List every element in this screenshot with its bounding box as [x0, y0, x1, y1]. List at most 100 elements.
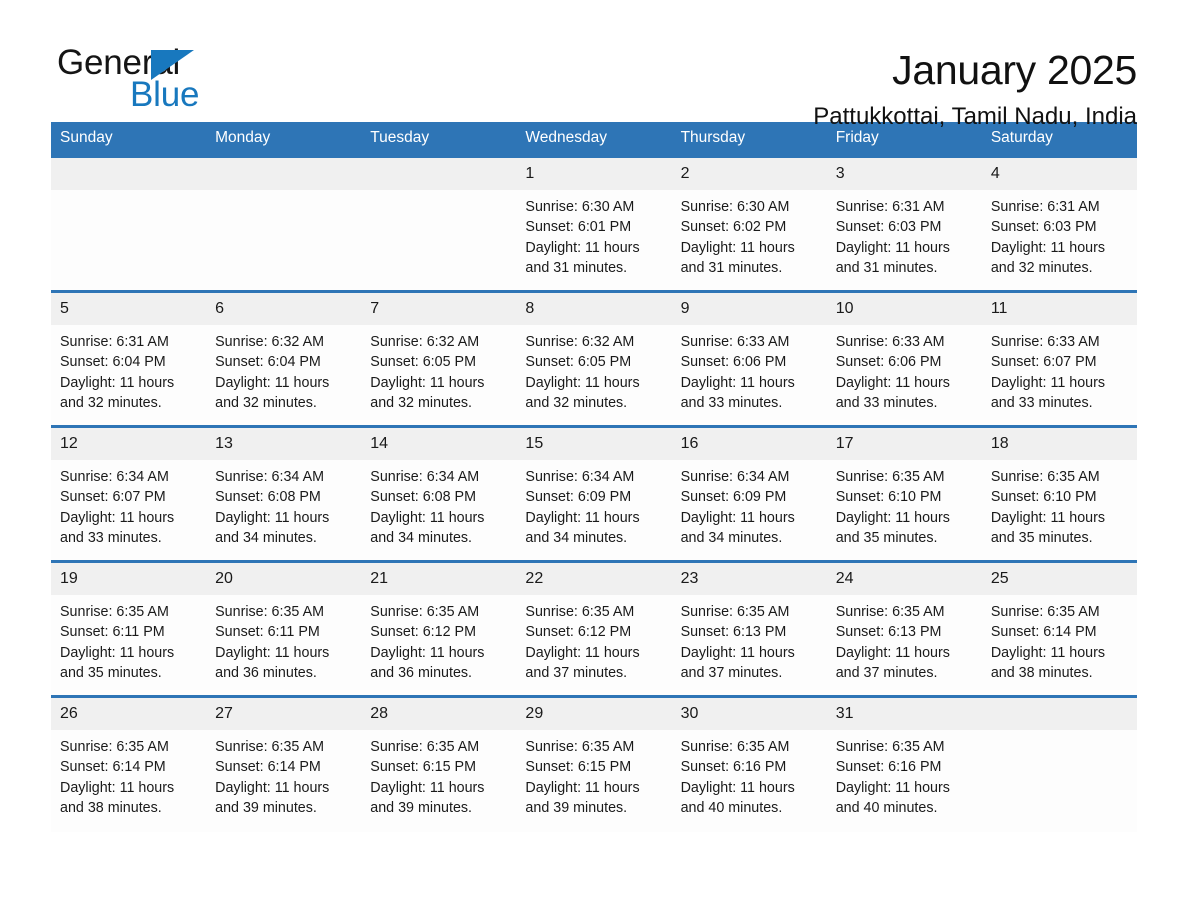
calendar-day-cell[interactable]: 6 Sunrise: 6:32 AM Sunset: 6:04 PM Daylight…: [206, 290, 362, 427]
daylight-duration-line: Daylight: 11 hours: [60, 779, 175, 796]
sunrise-time: Sunrise: 6:35 AM: [60, 739, 169, 755]
calendar-day-cell[interactable]: 29 Sunrise: 6:35 AM Sunset: 6:15 PM Dayligh…: [516, 695, 672, 832]
calendar-page: General Blue January 2025 Pattukkottai, …: [0, 0, 1188, 918]
daylight-duration-line: Daylight: 11 hours: [525, 239, 640, 256]
weekday-header-thursday: Thursday: [671, 122, 827, 157]
calendar-day-cell[interactable]: 20 Sunrise: 6:35 AM Sunset: 6:11 PM Dayligh…: [206, 560, 362, 697]
calendar-day-cell[interactable]: 14 Sunrise: 6:34 AM Sunset: 6:08 PM Dayligh…: [361, 425, 517, 562]
sunrise-time: Sunrise: 6:34 AM: [370, 469, 480, 485]
calendar-day-cell[interactable]: 17 Sunrise: 6:35 AM Sunset: 6:10 PM Dayligh…: [826, 425, 982, 562]
sunrise-time: Sunrise: 6:35 AM: [835, 604, 945, 620]
day-details: Sunrise: 6:33 AM Sunset: 6:06 PM Daylight:…: [827, 325, 982, 413]
sunrise-time: Sunrise: 6:34 AM: [525, 469, 635, 485]
day-number: 25: [981, 563, 1137, 595]
day-details: Sunrise: 6:34 AM Sunset: 6:09 PM Daylight:…: [516, 460, 671, 548]
sunset-time: Sunset: 6:08 PM: [370, 489, 476, 506]
daylight-duration-line: Daylight: 11 hours: [525, 779, 640, 796]
daylight-duration-line: Daylight: 11 hours: [680, 644, 795, 661]
daylight-duration-line: Daylight: 11 hours: [835, 779, 950, 796]
sunrise-time: Sunrise: 6:35 AM: [525, 739, 635, 755]
calendar-day-cell[interactable]: 25 Sunrise: 6:35 AM Sunset: 6:14 PM Dayligh…: [981, 560, 1137, 697]
calendar-day-cell[interactable]: 19 Sunrise: 6:35 AM Sunset: 6:11 PM Dayligh…: [51, 560, 207, 697]
sunset-time: Sunset: 6:11 PM: [60, 624, 165, 641]
calendar-day-cell[interactable]: 11 Sunrise: 6:33 AM Sunset: 6:07 PM Dayligh…: [981, 290, 1137, 427]
daylight-duration-line: Daylight: 11 hours: [680, 239, 795, 256]
calendar-day-cell[interactable]: 22 Sunrise: 6:35 AM Sunset: 6:12 PM Dayligh…: [516, 560, 672, 697]
calendar-day-cell[interactable]: 23 Sunrise: 6:35 AM Sunset: 6:13 PM Dayligh…: [671, 560, 827, 697]
day-details: Sunrise: 6:35 AM Sunset: 6:14 PM Daylight:…: [51, 730, 206, 818]
daylight-duration-line: and 35 minutes.: [990, 529, 1093, 546]
day-number: 29: [516, 698, 672, 730]
day-details: Sunrise: 6:35 AM Sunset: 6:12 PM Daylight:…: [361, 595, 516, 683]
calendar-day-cell[interactable]: 10 Sunrise: 6:33 AM Sunset: 6:06 PM Dayligh…: [826, 290, 982, 427]
weekday-header-tuesday: Tuesday: [361, 122, 517, 157]
page-header: General Blue January 2025 Pattukkottai, …: [0, 0, 1188, 131]
calendar-day-cell[interactable]: 3 Sunrise: 6:31 AM Sunset: 6:03 PM Daylight…: [826, 155, 982, 292]
day-number: 19: [51, 563, 207, 595]
calendar-day-cell[interactable]: 16 Sunrise: 6:34 AM Sunset: 6:09 PM Dayligh…: [671, 425, 827, 562]
calendar-day-cell[interactable]: 13 Sunrise: 6:34 AM Sunset: 6:08 PM Dayligh…: [206, 425, 362, 562]
generalblue-logo[interactable]: General Blue: [57, 44, 287, 116]
day-details: Sunrise: 6:31 AM Sunset: 6:03 PM Daylight:…: [982, 190, 1137, 278]
daylight-duration-line: Daylight: 11 hours: [990, 374, 1106, 391]
calendar-day-cell[interactable]: 8 Sunrise: 6:32 AM Sunset: 6:05 PM Daylight…: [516, 290, 672, 427]
calendar-day-cell[interactable]: 24 Sunrise: 6:35 AM Sunset: 6:13 PM Dayligh…: [826, 560, 982, 697]
daylight-duration-line: and 37 minutes.: [680, 664, 783, 681]
calendar-day-cell[interactable]: 21 Sunrise: 6:35 AM Sunset: 6:12 PM Dayligh…: [361, 560, 517, 697]
calendar-day-cell[interactable]: 15 Sunrise: 6:34 AM Sunset: 6:09 PM Dayligh…: [516, 425, 672, 562]
sunset-time: Sunset: 6:04 PM: [60, 354, 166, 371]
day-details: Sunrise: 6:35 AM Sunset: 6:11 PM Daylight:…: [51, 595, 206, 683]
day-details: Sunrise: 6:34 AM Sunset: 6:08 PM Daylight:…: [361, 460, 516, 548]
sunrise-time: Sunrise: 6:35 AM: [60, 604, 169, 620]
sunset-time: Sunset: 6:07 PM: [60, 489, 166, 506]
calendar-week-row: 1 Sunrise: 6:30 AM Sunset: 6:01 PM Daylight…: [51, 155, 1137, 292]
day-number: 14: [361, 428, 517, 460]
daylight-duration-line: and 31 minutes.: [525, 259, 628, 276]
calendar-day-cell[interactable]: 4 Sunrise: 6:31 AM Sunset: 6:03 PM Daylight…: [981, 155, 1137, 292]
day-details: Sunrise: 6:30 AM Sunset: 6:02 PM Daylight:…: [672, 190, 827, 278]
day-details: [361, 190, 516, 197]
sunrise-time: Sunrise: 6:35 AM: [835, 469, 945, 485]
sunset-time: Sunset: 6:03 PM: [990, 219, 1097, 236]
sunset-time: Sunset: 6:13 PM: [680, 624, 787, 641]
day-number: 16: [671, 428, 827, 460]
daylight-duration-line: and 37 minutes.: [525, 664, 628, 681]
day-details: Sunrise: 6:35 AM Sunset: 6:11 PM Daylight:…: [206, 595, 361, 683]
calendar-day-cell-empty: [206, 155, 362, 292]
day-number: 6: [206, 293, 362, 325]
calendar-day-cell[interactable]: 28 Sunrise: 6:35 AM Sunset: 6:15 PM Dayligh…: [361, 695, 517, 832]
sunset-time: Sunset: 6:14 PM: [60, 759, 166, 776]
sunset-time: Sunset: 6:11 PM: [215, 624, 320, 641]
sunset-time: Sunset: 6:15 PM: [370, 759, 476, 776]
calendar-day-cell[interactable]: 2 Sunrise: 6:30 AM Sunset: 6:02 PM Daylight…: [671, 155, 827, 292]
calendar-day-cell[interactable]: 7 Sunrise: 6:32 AM Sunset: 6:05 PM Daylight…: [361, 290, 517, 427]
sunset-time: Sunset: 6:09 PM: [525, 489, 632, 506]
daylight-duration-line: Daylight: 11 hours: [215, 509, 330, 526]
calendar-day-cell[interactable]: 26 Sunrise: 6:35 AM Sunset: 6:14 PM Dayligh…: [51, 695, 207, 832]
calendar-day-cell[interactable]: 27 Sunrise: 6:35 AM Sunset: 6:14 PM Dayligh…: [206, 695, 362, 832]
calendar-day-cell[interactable]: 9 Sunrise: 6:33 AM Sunset: 6:06 PM Daylight…: [671, 290, 827, 427]
day-number: [51, 158, 207, 190]
day-number: 10: [826, 293, 982, 325]
calendar-day-cell[interactable]: 18 Sunrise: 6:35 AM Sunset: 6:10 PM Dayligh…: [981, 425, 1137, 562]
day-number: 22: [516, 563, 672, 595]
calendar-day-cell[interactable]: 5 Sunrise: 6:31 AM Sunset: 6:04 PM Daylight…: [51, 290, 207, 427]
daylight-duration-line: Daylight: 11 hours: [370, 779, 485, 796]
sunset-time: Sunset: 6:08 PM: [215, 489, 321, 506]
daylight-duration-line: Daylight: 11 hours: [60, 374, 175, 391]
calendar-week-row: 19 Sunrise: 6:35 AM Sunset: 6:11 PM Dayligh…: [51, 560, 1137, 697]
daylight-duration-line: Daylight: 11 hours: [215, 644, 330, 661]
calendar-day-cell[interactable]: 30 Sunrise: 6:35 AM Sunset: 6:16 PM Dayligh…: [671, 695, 827, 832]
calendar-day-cell[interactable]: 1 Sunrise: 6:30 AM Sunset: 6:01 PM Daylight…: [516, 155, 672, 292]
sunrise-time: Sunrise: 6:35 AM: [370, 604, 480, 620]
sunset-time: Sunset: 6:16 PM: [680, 759, 787, 776]
sunrise-time: Sunrise: 6:35 AM: [680, 739, 790, 755]
sunset-time: Sunset: 6:13 PM: [835, 624, 942, 641]
day-number: 9: [671, 293, 827, 325]
calendar-day-cell[interactable]: 12 Sunrise: 6:34 AM Sunset: 6:07 PM Dayligh…: [51, 425, 207, 562]
day-number: 23: [671, 563, 827, 595]
calendar-day-cell[interactable]: 31 Sunrise: 6:35 AM Sunset: 6:16 PM Dayligh…: [826, 695, 982, 832]
daylight-duration-line: and 31 minutes.: [680, 259, 783, 276]
daylight-duration-line: and 35 minutes.: [60, 664, 162, 681]
sunset-time: Sunset: 6:10 PM: [835, 489, 942, 506]
